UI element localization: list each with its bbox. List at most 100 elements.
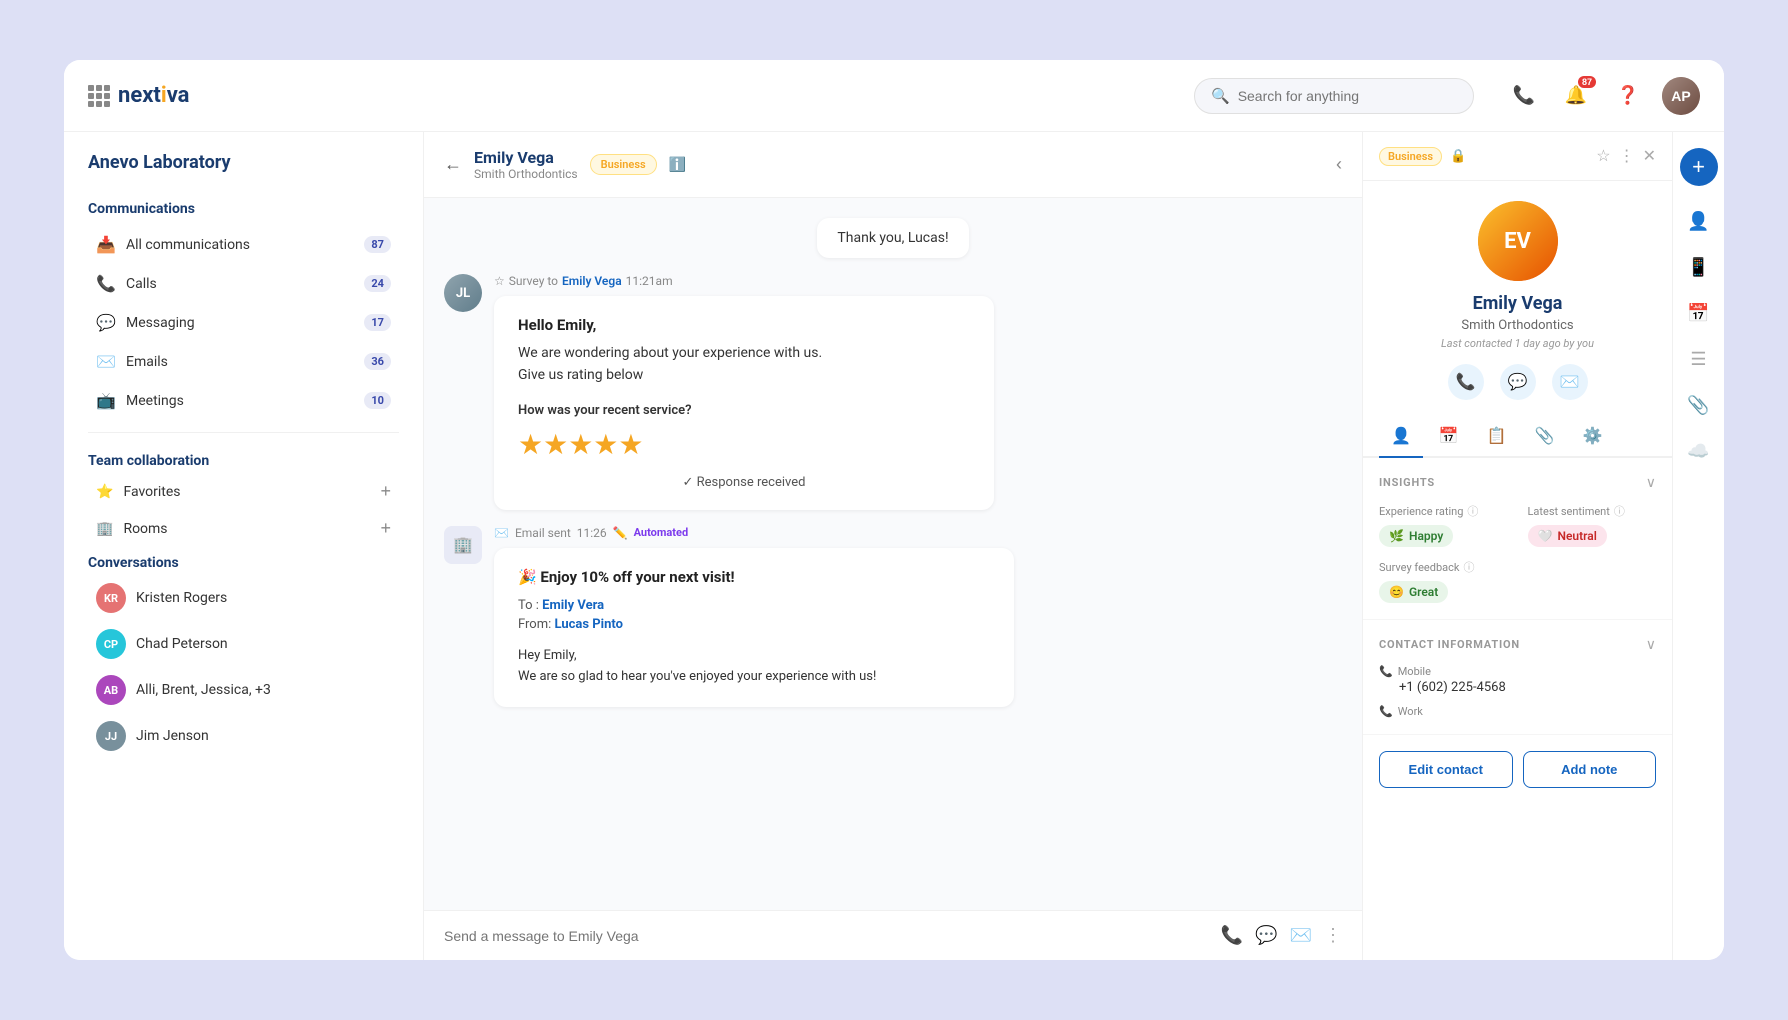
more-options-button[interactable]: ⋮ <box>1619 146 1635 166</box>
calendar-icon-button[interactable]: 📅 <box>1680 294 1718 332</box>
conversation-item-chad[interactable]: CP Chad Peterson <box>72 621 415 667</box>
rooms-icon: 🏢 <box>96 521 113 537</box>
info-icon[interactable]: ℹ️ <box>669 157 686 173</box>
star-rating: ★★★★★ <box>518 428 970 461</box>
help-icon[interactable]: ❓ <box>1610 78 1646 114</box>
calls-count: 24 <box>364 275 391 292</box>
meetings-count: 10 <box>364 392 391 409</box>
conversation-item-kristen[interactable]: KR Kristen Rogers <box>72 575 415 621</box>
message-contact-button[interactable]: 💬 <box>1500 364 1536 400</box>
logo-text: nextiva <box>118 83 189 108</box>
help-icon: ⓘ <box>1614 503 1625 519</box>
contact-name: Emily Vega <box>1473 293 1563 314</box>
edit-contact-button[interactable]: Edit contact <box>1379 751 1513 788</box>
search-bar[interactable]: 🔍 <box>1194 78 1474 114</box>
chat-input[interactable] <box>444 928 1209 944</box>
envelope-icon: ✉️ <box>494 526 509 540</box>
survey-message: JL ☆ Survey to Emily Vega 11:21am Hello … <box>444 274 1342 510</box>
thank-you-bubble: Thank you, Lucas! <box>817 218 968 258</box>
survey-sender-avatar: JL <box>444 274 482 312</box>
wand-icon: ✏️ <box>613 526 628 540</box>
tasks-icon-button[interactable]: ☰ <box>1680 340 1718 378</box>
email-action-button[interactable]: ✉️ <box>1290 925 1312 946</box>
email-contact-button[interactable]: ✉️ <box>1552 364 1588 400</box>
star-button[interactable]: ☆ <box>1596 146 1610 166</box>
add-rooms-button[interactable]: + <box>380 518 391 539</box>
phone-icon: 📞 <box>96 274 116 293</box>
conversation-item-group[interactable]: AB Alli, Brent, Jessica, +3 <box>72 667 415 713</box>
sidebar-item-emails[interactable]: ✉️ Emails 36 <box>72 342 415 381</box>
email-icon: ✉️ <box>96 352 116 371</box>
work-info: 📞 Work <box>1379 705 1656 718</box>
message-thankyou: Thank you, Lucas! <box>444 218 1342 258</box>
right-icon-strip: + 👤 📱 📅 ☰ 📎 ☁️ <box>1672 132 1724 960</box>
more-actions-button[interactable]: ⋮ <box>1324 925 1342 946</box>
survey-recipient: Emily Vega <box>562 274 622 288</box>
dial-icon-button[interactable]: 📱 <box>1680 248 1718 286</box>
panel-footer-buttons: Edit contact Add note <box>1363 735 1672 804</box>
response-received: ✓ Response received <box>518 475 970 490</box>
add-button[interactable]: + <box>1680 148 1718 186</box>
meetings-icon: 📺 <box>96 391 116 410</box>
mobile-value: +1 (602) 225-4568 <box>1379 680 1656 695</box>
sidebar-item-label: Calls <box>126 276 354 292</box>
add-favorites-button[interactable]: + <box>380 481 391 502</box>
survey-header: ☆ Survey to Emily Vega 11:21am <box>494 274 1342 288</box>
contact-info-section: CONTACT INFORMATION ∨ 📞 Mobile +1 (602) … <box>1363 620 1672 735</box>
group-avatar: AB <box>96 675 126 705</box>
tab-settings[interactable]: ⚙️ <box>1571 416 1615 456</box>
email-subject: 🎉 Enjoy 10% off your next visit! <box>518 568 990 586</box>
survey-greeting: Hello Emily, <box>518 316 970 334</box>
cloud-icon-button[interactable]: ☁️ <box>1680 432 1718 470</box>
sidebar-item-meetings[interactable]: 📺 Meetings 10 <box>72 381 415 420</box>
grid-icon[interactable] <box>88 85 110 107</box>
phone-icon[interactable]: 📞 <box>1506 78 1542 114</box>
email-sender-icon: 🏢 <box>444 526 482 564</box>
collapse-panel-button[interactable]: ‹ <box>1336 154 1342 175</box>
chat-area: ← Emily Vega Smith Orthodontics Business… <box>424 132 1362 960</box>
tab-calendar[interactable]: 📅 <box>1427 416 1471 456</box>
tab-profile[interactable]: 👤 <box>1379 416 1423 456</box>
insights-section: INSIGHTS ∨ Experience rating ⓘ 🌿 Happy <box>1363 458 1672 620</box>
call-contact-button[interactable]: 📞 <box>1448 364 1484 400</box>
call-action-button[interactable]: 📞 <box>1221 925 1243 946</box>
chat-contact-company: Smith Orthodontics <box>474 167 578 181</box>
email-content: ✉️ Email sent 11:26 ✏️ Automated 🎉 Enjoy… <box>494 526 1342 708</box>
sidebar-item-calls[interactable]: 📞 Calls 24 <box>72 264 415 303</box>
contact-info-collapse-button[interactable]: ∨ <box>1646 636 1656 653</box>
insights-collapse-button[interactable]: ∨ <box>1646 474 1656 491</box>
email-header: ✉️ Email sent 11:26 ✏️ Automated <box>494 526 1342 540</box>
tab-list[interactable]: 📋 <box>1475 416 1519 456</box>
mobile-label: 📞 Mobile <box>1379 665 1656 678</box>
tab-attach[interactable]: 📎 <box>1523 416 1567 456</box>
search-icon: 🔍 <box>1211 87 1230 105</box>
close-panel-button[interactable]: ✕ <box>1643 146 1656 166</box>
sidebar-item-all-communications[interactable]: 📥 All communications 87 <box>72 225 415 264</box>
mobile-info: 📞 Mobile +1 (602) 225-4568 <box>1379 665 1656 695</box>
survey-body: We are wondering about your experience w… <box>518 342 970 387</box>
notifications-button[interactable]: 🔔 87 <box>1558 78 1594 114</box>
attachment-icon-button[interactable]: 📎 <box>1680 386 1718 424</box>
conversation-name: Jim Jenson <box>136 728 209 744</box>
email-time: 11:26 <box>577 526 607 540</box>
user-avatar-button[interactable]: AP <box>1662 77 1700 115</box>
email-sent-label: Email sent <box>515 526 571 540</box>
contacts-icon-button[interactable]: 👤 <box>1680 202 1718 240</box>
search-input[interactable] <box>1238 88 1457 104</box>
sidebar-item-messaging[interactable]: 💬 Messaging 17 <box>72 303 415 342</box>
sidebar-item-favorites[interactable]: ⭐ Favorites + <box>72 473 415 510</box>
add-note-button[interactable]: Add note <box>1523 751 1657 788</box>
survey-feedback-chip: 😊 Great <box>1379 581 1448 603</box>
notification-badge: 87 <box>1578 76 1596 88</box>
chat-input-area: 📞 💬 ✉️ ⋮ <box>424 910 1362 960</box>
message-action-button[interactable]: 💬 <box>1255 925 1277 946</box>
conversation-item-jim[interactable]: JJ Jim Jenson <box>72 713 415 759</box>
email-to: To : Emily Vera <box>518 598 990 613</box>
sidebar-item-rooms[interactable]: 🏢 Rooms + <box>72 510 415 547</box>
conversation-name: Alli, Brent, Jessica, +3 <box>136 682 271 698</box>
work-label: 📞 Work <box>1379 705 1656 718</box>
back-button[interactable]: ← <box>444 154 462 175</box>
email-from: From: Lucas Pinto <box>518 617 990 632</box>
favorites-label: Favorites <box>123 484 180 500</box>
contact-info-header: CONTACT INFORMATION ∨ <box>1379 636 1656 653</box>
